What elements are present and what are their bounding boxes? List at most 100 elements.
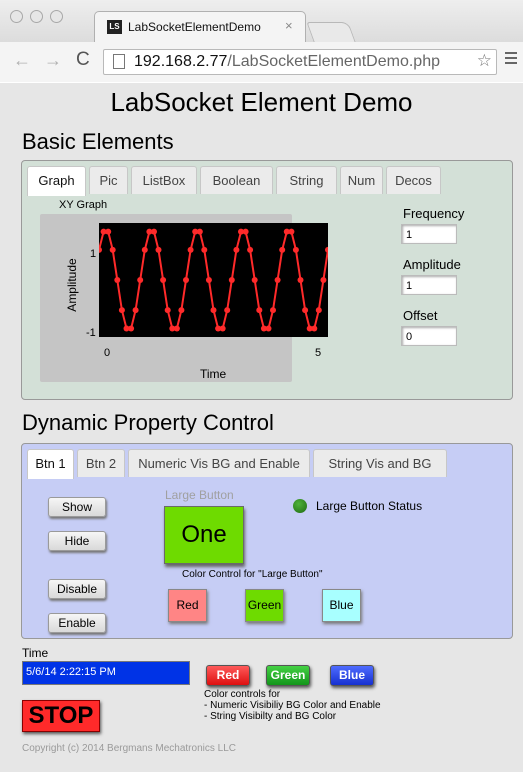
basic-tab-pic[interactable]: Pic [89,166,128,194]
offset-label: Offset [403,308,438,323]
page-icon [113,54,125,69]
dynamic-tab-numeric-vis-bg-and-enable[interactable]: Numeric Vis BG and Enable [128,449,310,477]
large-button[interactable]: One [164,506,244,564]
basic-tab-string[interactable]: String [276,166,337,194]
large-red-button[interactable]: Red [168,589,207,622]
offset-input[interactable]: 0 [401,326,457,346]
close-window-button[interactable] [10,10,23,23]
data-point [311,325,318,332]
page-body: LabSocket Element Demo Basic Elements Gr… [0,83,523,772]
data-point [201,246,208,253]
data-point [155,246,162,253]
url-text: 192.168.2.77/LabSocketElementDemo.php [134,53,440,71]
data-point [205,277,212,283]
copyright-text: Copyright (c) 2014 Bergmans Mechatronics… [22,743,236,754]
red-button[interactable]: Red [206,665,250,686]
basic-tab-listbox[interactable]: ListBox [131,166,197,194]
plot-area [99,223,328,337]
data-point [164,307,171,314]
amplitude-label: Amplitude [403,257,461,272]
frequency-input[interactable]: 1 [401,224,457,244]
amplitude-input[interactable]: 1 [401,275,457,295]
basic-tab-num[interactable]: Num [340,166,383,194]
data-point [178,307,185,314]
color-control-label: Color Control for "Large Button" [182,569,323,580]
show-button[interactable]: Show [48,497,106,517]
y-tick-label: 1 [90,248,97,260]
data-point [141,246,148,253]
time-label: Time [22,646,49,660]
data-point [210,307,217,314]
stop-button[interactable]: STOP [22,700,100,732]
graph-title: XY Graph [59,199,108,211]
data-point [224,307,231,314]
basic-tab-boolean[interactable]: Boolean [200,166,273,194]
disable-button[interactable]: Disable [48,579,106,599]
basic-tab-decos[interactable]: Decos [386,166,441,194]
browser-toolbar: ← → C 192.168.2.77/LabSocketElementDemo.… [0,42,523,82]
dynamic-tab-string-vis-and-bg[interactable]: String Vis and BG [313,449,447,477]
browser-tab[interactable]: LS LabSocketElementDemo × [94,11,306,42]
back-arrow-icon[interactable]: ← [13,50,31,71]
browser-titlebar: LS LabSocketElementDemo × [0,0,523,42]
y-tick-label: -1 [86,327,96,339]
data-point [247,246,254,253]
basic-tab-graph[interactable]: Graph [27,166,86,196]
favicon-icon: LS [107,20,122,34]
large-button-caption: Large Button [165,488,234,502]
data-point [274,277,281,283]
blue-button[interactable]: Blue [330,665,374,686]
data-point [288,228,295,235]
bookmark-star-icon[interactable]: ☆ [477,51,492,71]
hide-button[interactable]: Hide [48,531,106,551]
data-point [256,307,263,314]
large-green-button[interactable]: Green [245,589,284,622]
data-point [151,228,157,235]
time-display: 5/6/14 2:22:15 PM [22,661,190,685]
green-button[interactable]: Green [266,665,310,686]
data-point [265,325,272,332]
data-point [183,277,189,283]
data-point [297,277,304,283]
color-note-line-1: Color controls for [204,689,281,700]
color-note-line-2: - Numeric Visibiliy BG Color and Enable [204,700,381,711]
x-tick-label: 0 [104,347,111,359]
minimize-window-button[interactable] [30,10,43,23]
enable-button[interactable]: Enable [48,613,106,633]
data-point [219,325,226,332]
url-host: 192.168.2.77 [134,53,228,70]
y-axis-label: Amplitude [65,258,79,312]
data-point [105,228,112,235]
close-tab-icon[interactable]: × [285,18,293,33]
data-point [187,246,194,253]
data-point [270,307,276,314]
url-path: /LabSocketElementDemo.php [227,53,440,70]
new-tab-button[interactable] [306,22,356,42]
data-point [196,228,203,235]
color-note-line-3: - String Visibilty and BG Color [204,711,337,722]
data-point [128,325,135,332]
data-point [233,246,240,253]
dynamic-property-title: Dynamic Property Control [22,410,274,435]
data-point [132,307,139,314]
tab-title: LabSocketElementDemo [128,20,261,34]
data-point [242,228,249,235]
data-point [251,277,258,283]
data-point [109,246,116,253]
x-tick-label: 5 [315,347,322,359]
page-title: LabSocket Element Demo [110,87,413,117]
dynamic-tab-btn-2[interactable]: Btn 2 [77,449,125,477]
data-point [118,307,125,314]
dynamic-tab-btn-1[interactable]: Btn 1 [27,449,74,479]
zoom-window-button[interactable] [50,10,63,23]
large-button-status-led [293,499,307,513]
browser-chrome: LS LabSocketElementDemo × ← → C 192.168.… [0,0,523,82]
large-button-status-label: Large Button Status [316,499,423,513]
address-bar[interactable]: 192.168.2.77/LabSocketElementDemo.php ☆ [103,49,497,75]
reload-icon[interactable]: C [76,49,90,71]
data-point [137,277,144,283]
forward-arrow-icon[interactable]: → [44,50,62,71]
large-blue-button[interactable]: Blue [322,589,361,622]
menu-icon[interactable] [505,52,517,67]
data-point [228,277,235,283]
